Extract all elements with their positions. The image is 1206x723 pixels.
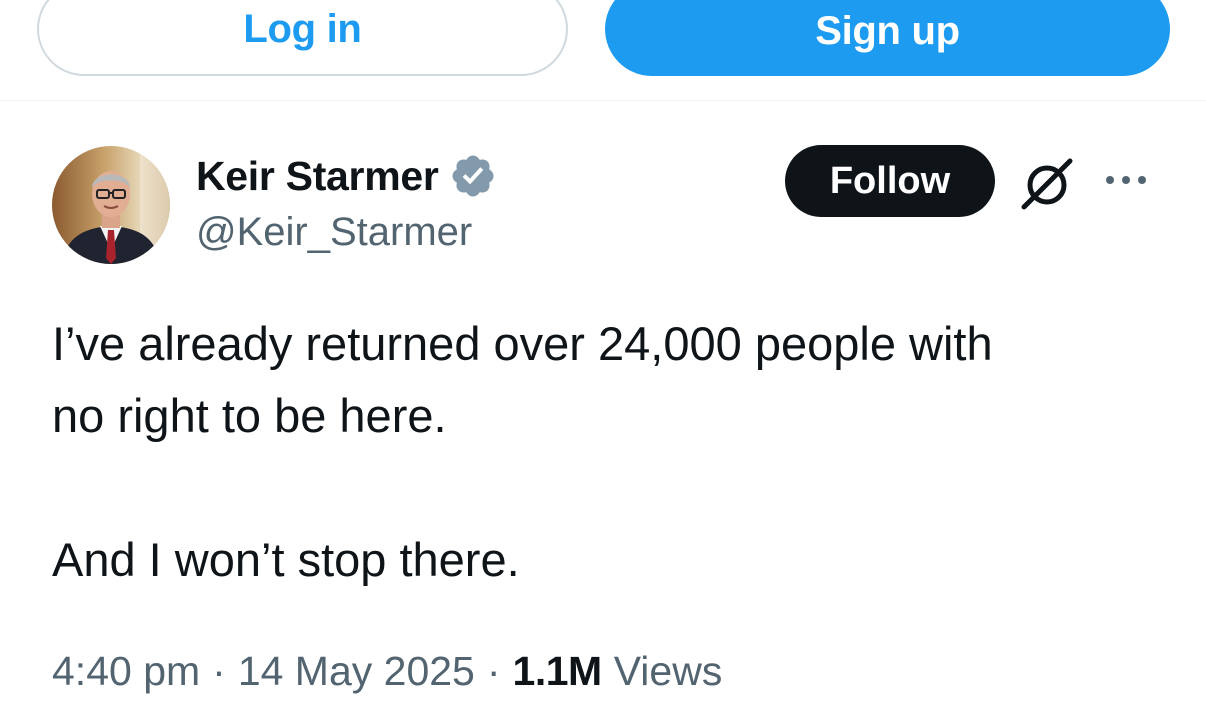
- signup-button-label: Sign up: [815, 9, 960, 53]
- author-name-row[interactable]: Keir Starmer: [196, 150, 497, 202]
- tweet-text-line: And I won’t stop there.: [52, 533, 520, 586]
- login-button-label: Log in: [243, 7, 362, 51]
- meta-separator: ·: [212, 648, 226, 694]
- meta-separator: ·: [486, 648, 501, 694]
- views-count: 1.1M: [512, 648, 603, 694]
- login-button[interactable]: Log in: [37, 0, 568, 76]
- tweet-text-line: no right to be here.: [52, 389, 447, 442]
- grok-icon[interactable]: [1018, 155, 1076, 213]
- follow-button[interactable]: Follow: [785, 145, 995, 217]
- tweet-page: Log in Sign up Keir Starmer @Keir_Starme…: [0, 0, 1206, 723]
- avatar-image: [52, 146, 170, 264]
- auth-bar: Log in Sign up: [0, 0, 1206, 100]
- tweet-time[interactable]: 4:40 pm: [52, 648, 200, 695]
- author-name[interactable]: Keir Starmer: [196, 153, 439, 200]
- tweet-meta: 4:40 pm · 14 May 2025 · 1.1M Views: [52, 648, 722, 695]
- verified-badge-icon[interactable]: [449, 152, 497, 200]
- avatar[interactable]: [52, 146, 170, 264]
- more-options-icon[interactable]: [1100, 168, 1152, 192]
- divider: [0, 100, 1206, 101]
- follow-button-label: Follow: [829, 159, 951, 202]
- signup-button[interactable]: Sign up: [605, 0, 1170, 76]
- tweet-date[interactable]: 14 May 2025: [238, 648, 475, 695]
- author-handle[interactable]: @Keir_Starmer: [196, 210, 472, 255]
- tweet-text-line: I’ve already returned over 24,000 people…: [52, 317, 993, 370]
- views-label: Views: [613, 648, 723, 694]
